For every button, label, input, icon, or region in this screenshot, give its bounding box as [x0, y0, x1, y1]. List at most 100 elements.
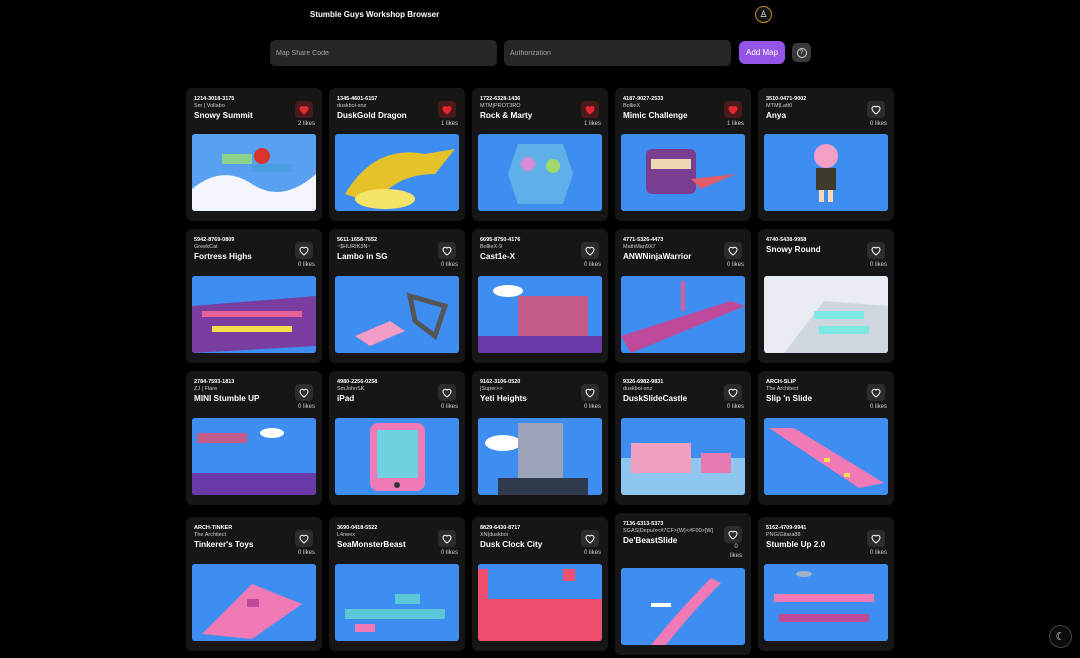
like-button[interactable] [724, 384, 742, 401]
map-card[interactable]: 7136-6313-5373 SGAS|Depu/x<#7CF>{W}<#F00… [615, 513, 751, 655]
map-author: L4neex [337, 532, 356, 538]
map-card[interactable]: 8829-6430-8717 XN|duskboi Dusk Clock Cit… [472, 517, 608, 651]
heart-outline-icon [299, 534, 309, 544]
map-author: GreekCat [194, 244, 218, 250]
map-thumbnail [192, 134, 316, 211]
like-button[interactable] [867, 530, 885, 547]
map-thumbnail [478, 418, 602, 495]
map-thumbnail [764, 418, 888, 495]
heart-outline-icon [299, 246, 309, 256]
like-button[interactable] [724, 242, 742, 259]
likes-count: 0 likes [440, 262, 458, 268]
like-button[interactable] [581, 242, 599, 259]
likes-count: 0 likes [583, 550, 601, 556]
likes-count: 1 likes [583, 121, 601, 127]
like-button[interactable] [438, 101, 456, 118]
map-thumbnail [192, 276, 316, 353]
map-author: BollieX-9 [480, 244, 503, 250]
map-card[interactable]: 5942-8769-0809 GreekCat Fortress Highs 0… [186, 229, 322, 363]
heart-outline-icon [585, 534, 595, 544]
like-button[interactable] [581, 384, 599, 401]
likes-count: 0 likes [729, 544, 742, 559]
map-author: duskboi-xnz [337, 103, 367, 109]
map-author: PNG/Gitara88 [766, 532, 801, 538]
map-card[interactable]: ARCH-TINKER The Architect Tinkerer's Toy… [186, 517, 322, 651]
like-button[interactable] [867, 242, 885, 259]
likes-count: 0 likes [726, 262, 744, 268]
map-thumbnail [621, 418, 745, 495]
map-author: duskboi-xnz [623, 386, 653, 392]
map-author: MTM|PROT3RO [480, 103, 521, 109]
like-button[interactable] [438, 384, 456, 401]
map-thumbnail [335, 134, 459, 211]
heart-outline-icon [871, 105, 881, 115]
map-thumbnail [478, 276, 602, 353]
map-author: The Architect [194, 532, 227, 538]
likes-count: 1 likes [726, 121, 744, 127]
map-thumbnail [192, 418, 316, 495]
map-card[interactable]: 6695-8750-4176 BollieX-9 Cast1e-X 0 like… [472, 229, 608, 363]
map-thumbnail [192, 564, 316, 641]
likes-count: 0 likes [726, 404, 744, 410]
heart-icon [442, 106, 452, 115]
map-card[interactable]: 1214-3018-3175 Sm | Vollabo Snowy Summit… [186, 88, 322, 221]
map-card[interactable]: 1345-4601-6157 duskboi-xnz DuskGold Drag… [329, 88, 465, 221]
map-thumbnail [764, 134, 888, 211]
map-author: XN|duskboi [480, 532, 509, 538]
heart-outline-icon [728, 246, 738, 256]
map-card[interactable]: 2784-7593-1813 ZJ | Flare MINI Stumble U… [186, 371, 322, 505]
map-thumbnail [335, 418, 459, 495]
heart-outline-icon [585, 246, 595, 256]
likes-count: 0 likes [869, 121, 887, 127]
map-card[interactable]: 5611-1658-7652 ~$HURIK3N~ Lambo in SG 0 … [329, 229, 465, 363]
heart-outline-icon [871, 388, 881, 398]
map-share-code-input[interactable] [270, 40, 497, 66]
likes-count: 0 likes [583, 404, 601, 410]
map-card[interactable]: 4187-9027-2533 BollieX Mimic Challenge 1… [615, 88, 751, 221]
map-thumbnail [764, 564, 888, 641]
map-author: Sm | Vollabo [194, 103, 225, 109]
like-button[interactable] [438, 242, 456, 259]
likes-count: 1 likes [440, 121, 458, 127]
map-card[interactable]: 3510-0471-9002 MTM|Latt0 Anya 0 likes [758, 88, 894, 221]
map-author: ZJ | Flare [194, 386, 218, 392]
like-button[interactable] [867, 384, 885, 401]
map-card[interactable]: 9326-6982-9831 duskboi-xnz DuskSlideCast… [615, 371, 751, 505]
heart-icon [585, 106, 595, 115]
authorization-input[interactable] [504, 40, 731, 66]
likes-count: 0 likes [583, 262, 601, 268]
heart-outline-icon [871, 534, 881, 544]
heart-outline-icon [728, 388, 738, 398]
like-button[interactable] [867, 101, 885, 118]
add-map-button[interactable]: Add Map [739, 41, 785, 64]
like-button[interactable] [295, 242, 313, 259]
like-button[interactable] [295, 530, 313, 547]
map-thumbnail [478, 134, 602, 211]
like-button[interactable] [581, 101, 599, 118]
like-button[interactable] [724, 526, 742, 543]
map-card[interactable]: 4740-5438-9958 Snowy Round 0 likes [758, 229, 894, 363]
user-avatar-icon[interactable]: ♙ [755, 6, 772, 23]
like-button[interactable] [438, 530, 456, 547]
map-card[interactable]: 3690-0418-5522 L4neex SeaMonsterBeast 0 … [329, 517, 465, 651]
likes-count: 0 likes [440, 550, 458, 556]
like-button[interactable] [295, 101, 313, 118]
like-button[interactable] [295, 384, 313, 401]
likes-count: 0 likes [297, 404, 315, 410]
help-icon: ? [796, 47, 807, 58]
map-card[interactable]: ARCH-SLIP The Architect Slip 'n Slide 0 … [758, 371, 894, 505]
map-card[interactable]: 9162-3106-0520 |Super>> Yeti Heights 0 l… [472, 371, 608, 505]
like-button[interactable] [724, 101, 742, 118]
likes-count: 0 likes [297, 550, 315, 556]
heart-outline-icon [728, 530, 738, 540]
map-thumbnail [478, 564, 602, 641]
map-card[interactable]: 4771-5326-4473 MathMan9X7 ANWNinjaWarrio… [615, 229, 751, 363]
moon-icon[interactable]: ☾ [1049, 625, 1072, 648]
map-card[interactable]: 1722-6328-1436 MTM|PROT3RO Rock & Marty … [472, 88, 608, 221]
likes-count: 0 likes [297, 262, 315, 268]
like-button[interactable] [581, 530, 599, 547]
map-card[interactable]: 5162-4709-9941 PNG/Gitara88 Stumble Up 2… [758, 517, 894, 651]
help-button[interactable]: ? [792, 43, 811, 62]
map-card[interactable]: 4980-2256-0258 SmJohnSK iPad 0 likes [329, 371, 465, 505]
map-author: |Super>> [480, 386, 503, 392]
